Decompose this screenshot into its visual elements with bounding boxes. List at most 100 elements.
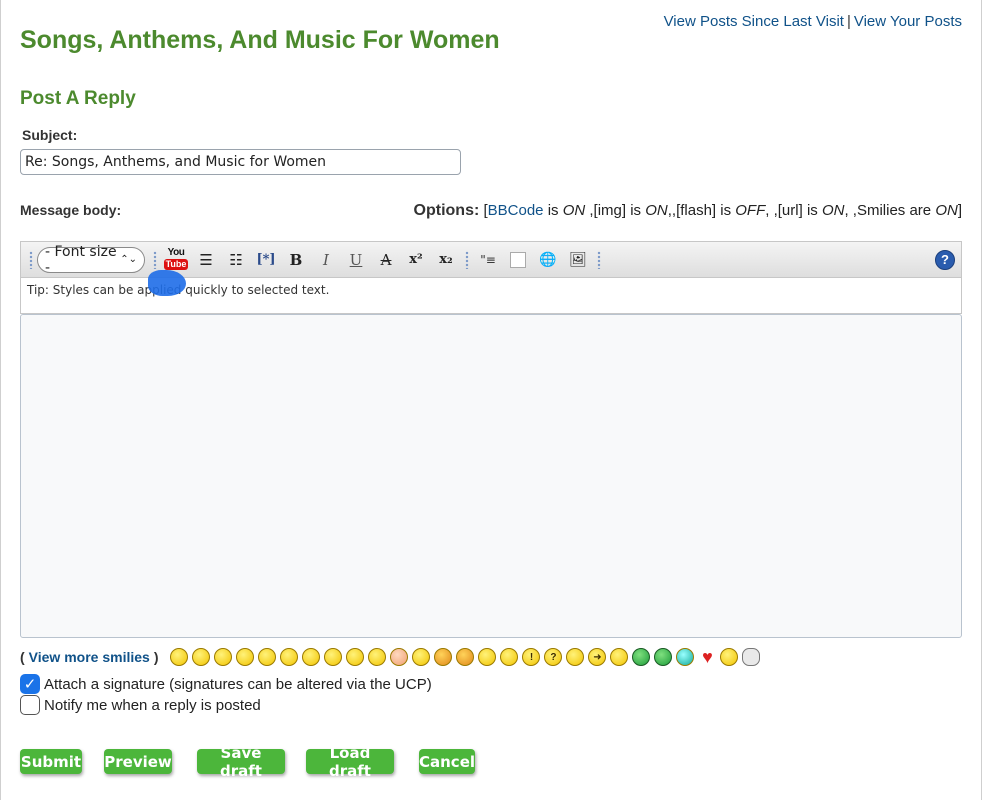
redface-icon[interactable]: [390, 648, 409, 666]
message-body-label: Message body:: [20, 202, 122, 218]
list-item-icon: [*]: [256, 252, 276, 267]
thumbs-icon[interactable]: [720, 648, 739, 666]
save-draft-button[interactable]: Save draft: [197, 744, 285, 780]
bbcode-state: ON: [562, 202, 586, 219]
smilies-close-paren: ): [153, 649, 159, 665]
evil-icon[interactable]: [434, 648, 453, 666]
subject-input[interactable]: [20, 149, 461, 175]
rolleyes-icon[interactable]: [478, 648, 497, 666]
youtube-button[interactable]: You Tube: [163, 247, 189, 273]
arrow-icon[interactable]: ➜: [588, 648, 607, 666]
smilies-open-paren: (: [20, 649, 25, 665]
biggrin-icon[interactable]: [170, 648, 189, 666]
link-button[interactable]: 🌐: [535, 247, 561, 273]
color-button[interactable]: [505, 247, 531, 273]
bold-button[interactable]: B: [283, 247, 309, 273]
subscript-button[interactable]: x₂: [433, 247, 459, 273]
italic-button[interactable]: I: [313, 247, 339, 273]
top-links: View Posts Since Last Visit | View Your Po…: [664, 13, 962, 30]
notify-reply-checkbox[interactable]: [20, 695, 40, 715]
youtube-icon-top: You: [167, 246, 185, 258]
bbcode-is-text: is: [547, 202, 559, 219]
bbcode-link[interactable]: BBCode: [488, 202, 544, 219]
message-body-textarea[interactable]: [20, 314, 962, 638]
superscript-button[interactable]: x²: [403, 247, 429, 273]
sad-icon[interactable]: [214, 648, 233, 666]
angry-icon[interactable]: [654, 648, 673, 666]
bold-icon: B: [289, 250, 303, 269]
posting-options: Options: [BBCode is ON ,[img] is ON,,[fl…: [414, 202, 962, 220]
view-more-smilies-link[interactable]: View more smilies: [29, 649, 150, 665]
smilies-state: ON: [935, 202, 958, 219]
post-heading: Post A Reply: [20, 88, 136, 109]
font-size-select[interactable]: - Font size - ⌃⌄: [37, 243, 145, 276]
attach-signature-checkbox[interactable]: ✓: [20, 674, 40, 694]
load-draft-button[interactable]: Load draft: [306, 744, 394, 780]
exclaim-icon[interactable]: !: [522, 648, 541, 666]
heart-icon[interactable]: ♥: [698, 647, 716, 667]
superscript-icon: x²: [409, 252, 423, 267]
redaction-smudge: [148, 270, 186, 296]
preview-button[interactable]: Preview: [104, 749, 172, 774]
lol-icon[interactable]: [324, 648, 343, 666]
wink-icon[interactable]: [500, 648, 519, 666]
img-option-text: ,[img] is: [589, 202, 642, 219]
options-close-bracket: ]: [957, 202, 962, 219]
subscript-icon: x₂: [439, 252, 453, 267]
razz-icon[interactable]: [368, 648, 387, 666]
notify-reply-label: Notify me when a reply is posted: [44, 696, 261, 714]
help-icon[interactable]: ?: [935, 249, 955, 270]
bullet-list-icon: ☰: [199, 250, 213, 269]
smile-icon[interactable]: [192, 648, 211, 666]
globe-link-icon: 🌐: [539, 251, 557, 268]
chevron-updown-icon: ⌃⌄: [120, 254, 137, 265]
underline-button[interactable]: U: [343, 247, 369, 273]
image-icon: 🖼: [569, 251, 587, 268]
eek-icon[interactable]: [258, 648, 277, 666]
underline-icon: U: [349, 250, 363, 269]
italic-icon: I: [323, 250, 329, 269]
font-size-label: - Font size -: [45, 243, 117, 276]
jester-icon[interactable]: [676, 648, 695, 666]
forum-title[interactable]: Songs, Anthems, And Music For Women: [20, 26, 500, 55]
confused-icon[interactable]: [280, 648, 299, 666]
numbered-list-icon: ☷: [229, 250, 243, 269]
cry-icon[interactable]: [412, 648, 431, 666]
question-icon[interactable]: ?: [544, 648, 563, 666]
toolbar-grip-icon: [465, 250, 469, 269]
color-icon: [510, 251, 526, 268]
toolbar-grip-icon: [597, 250, 601, 269]
idea-icon[interactable]: [566, 648, 585, 666]
cool-icon[interactable]: [302, 648, 321, 666]
cancel-button[interactable]: Cancel: [419, 749, 475, 774]
bullet-list-button[interactable]: ☰: [193, 247, 219, 273]
neutral-icon[interactable]: [610, 648, 629, 666]
youtube-icon-bottom: Tube: [163, 258, 189, 270]
strikethrough-button[interactable]: A: [373, 247, 399, 273]
attach-signature-label: Attach a signature (signatures can be al…: [44, 675, 432, 693]
quote-button[interactable]: "≡: [475, 247, 501, 273]
img-state: ON: [645, 202, 668, 219]
subject-label: Subject:: [22, 127, 78, 143]
flash-state: OFF: [735, 202, 766, 219]
numbered-list-button[interactable]: ☷: [223, 247, 249, 273]
twisted-icon[interactable]: [456, 648, 475, 666]
strikethrough-icon: A: [380, 250, 392, 269]
smilies-option-text: , ,Smilies are: [844, 202, 932, 219]
notify-reply-row[interactable]: Notify me when a reply is posted: [20, 695, 261, 715]
url-option-text: , ,[url] is: [765, 202, 818, 219]
grin-green-icon[interactable]: [632, 648, 651, 666]
mad-icon[interactable]: [346, 648, 365, 666]
attach-signature-row[interactable]: ✓ Attach a signature (signatures can be …: [20, 674, 432, 694]
skull-icon[interactable]: [742, 648, 761, 666]
flash-option-text: ,,[flash] is: [667, 202, 732, 219]
submit-button[interactable]: Submit: [20, 749, 82, 774]
view-your-posts-link[interactable]: View Your Posts: [854, 13, 962, 30]
image-button[interactable]: 🖼: [565, 247, 591, 273]
toolbar-grip-icon: [153, 250, 157, 269]
smilies-row: ( View more smilies ) ! ? ➜ ♥: [20, 646, 764, 668]
list-item-button[interactable]: [*]: [253, 247, 279, 273]
youtube-icon: You Tube: [163, 246, 189, 272]
surprised-icon[interactable]: [236, 648, 255, 666]
view-new-posts-link[interactable]: View Posts Since Last Visit: [664, 13, 844, 30]
